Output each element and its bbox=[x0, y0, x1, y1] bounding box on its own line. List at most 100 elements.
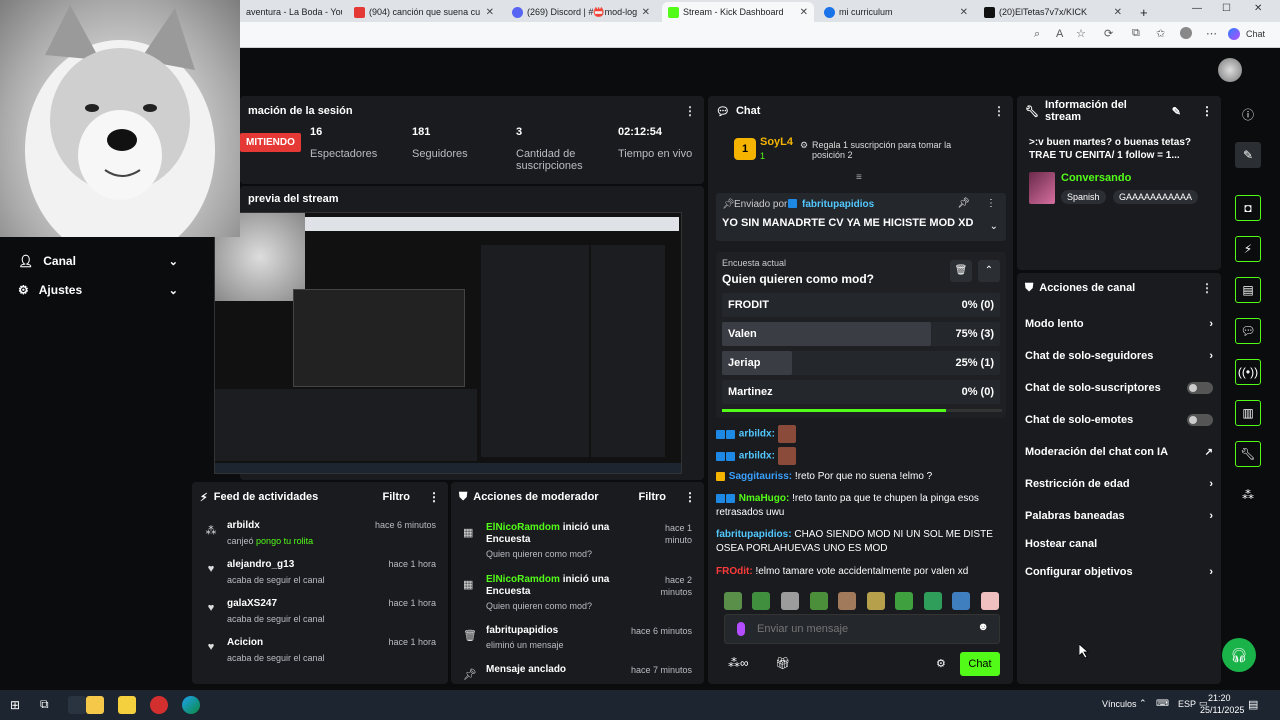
emote-icon[interactable] bbox=[867, 592, 885, 610]
more-icon[interactable]: ⋯ bbox=[1206, 27, 1217, 40]
close-icon[interactable]: ✕ bbox=[486, 7, 494, 18]
notifications-icon[interactable]: ▤ bbox=[1248, 698, 1258, 711]
more-options-icon[interactable]: ⋮ bbox=[428, 490, 440, 504]
more-options-icon[interactable]: ⋮ bbox=[1201, 281, 1213, 295]
feed-user[interactable]: arbildx bbox=[227, 520, 260, 531]
copilot-icon[interactable] bbox=[1228, 28, 1240, 40]
chat-username[interactable]: NmaHugo: bbox=[739, 493, 790, 504]
channel-action-goals[interactable]: Configurar objetivos › bbox=[1025, 566, 1213, 578]
chat-username[interactable]: arbildx: bbox=[739, 429, 775, 440]
emote-icon[interactable] bbox=[838, 592, 856, 610]
poll-option[interactable]: Valen 75% (3) bbox=[722, 322, 1000, 346]
collapse-poll-button[interactable]: ⌃ bbox=[978, 260, 1000, 282]
new-tab-button[interactable]: + bbox=[1134, 2, 1154, 22]
emote-icon[interactable] bbox=[810, 592, 828, 610]
language-indicator[interactable]: ESP bbox=[1178, 699, 1196, 709]
edit-icon[interactable]: ✎ bbox=[1235, 142, 1261, 168]
keyboard-icon[interactable]: ⌨ bbox=[1156, 698, 1169, 709]
close-icon[interactable]: ✕ bbox=[800, 7, 808, 18]
unpin-icon[interactable]: 📌︎ bbox=[957, 198, 970, 209]
favorite-icon[interactable]: ☆ bbox=[1076, 27, 1086, 40]
sidebar-item-canal[interactable]: 👤︎ Canal ⌄ bbox=[18, 254, 178, 268]
poll-option[interactable]: FRODIT 0% (0) bbox=[722, 293, 1000, 317]
info-icon[interactable]: ⓘ bbox=[1235, 101, 1261, 127]
edit-icon[interactable]: ✎ bbox=[1172, 105, 1181, 118]
windows-start-icon[interactable]: ⊞ bbox=[10, 698, 20, 712]
chat-bubble-icon[interactable]: 💬︎ bbox=[1235, 318, 1261, 344]
pinned-by-user[interactable]: fabritupapidios bbox=[802, 199, 874, 210]
chat-username[interactable]: arbildx: bbox=[739, 451, 775, 462]
browser-tab[interactable]: (20)ElTetas7v7x/KICK ✕ bbox=[978, 2, 1128, 22]
read-aloud-icon[interactable]: A bbox=[1056, 28, 1063, 40]
links-label[interactable]: Vínculos bbox=[1102, 699, 1137, 709]
emote-icon[interactable] bbox=[952, 592, 970, 610]
delete-poll-button[interactable]: 🗑︎ bbox=[950, 260, 972, 282]
user-avatar[interactable] bbox=[1218, 58, 1242, 82]
poll-option[interactable]: Martinez 0% (0) bbox=[722, 380, 1000, 404]
chat-points-icon[interactable]: ⁂∞ bbox=[728, 656, 749, 670]
minimize-icon[interactable]: — bbox=[1192, 3, 1202, 14]
clock-time[interactable]: 21:20 bbox=[1208, 693, 1231, 703]
stream-category[interactable]: Conversando bbox=[1061, 172, 1131, 184]
profile-icon[interactable] bbox=[1180, 27, 1192, 39]
broadcast-icon[interactable]: ((•)) bbox=[1235, 359, 1261, 385]
file-explorer-icon[interactable] bbox=[86, 696, 104, 714]
stack-icon[interactable]: ▥ bbox=[1235, 400, 1261, 426]
chat-username[interactable]: FROdit: bbox=[716, 566, 753, 577]
bolt-icon[interactable]: ⚡︎ bbox=[1235, 236, 1261, 262]
browser-tab[interactable]: aventura - La Boda - YouTu ✕ bbox=[240, 2, 342, 22]
emoji-icon[interactable]: ☻ bbox=[977, 621, 989, 633]
chat-settings-icon[interactable]: ⚙ bbox=[936, 657, 946, 670]
app-icon[interactable] bbox=[68, 696, 86, 714]
channel-action-banned-words[interactable]: Palabras baneadas › bbox=[1025, 510, 1213, 522]
emote-icon[interactable] bbox=[724, 592, 742, 610]
maximize-icon[interactable]: ☐ bbox=[1222, 3, 1231, 14]
microphone-icon[interactable] bbox=[737, 622, 745, 636]
more-options-icon[interactable]: ⋮ bbox=[684, 490, 696, 504]
feed-user[interactable]: Acicion bbox=[227, 637, 263, 648]
emote-icon[interactable] bbox=[752, 592, 770, 610]
channel-action-ai-moderation[interactable]: Moderación del chat con IA ↗ bbox=[1025, 446, 1213, 458]
feed-user[interactable]: alejandro_g13 bbox=[227, 559, 294, 570]
gift-prompt[interactable]: ⚙ Regala 1 suscripción para tomar la pos… bbox=[800, 140, 970, 160]
mod-user[interactable]: fabritupapidios bbox=[486, 625, 626, 637]
top-gifter-name[interactable]: SoyL4 bbox=[760, 136, 793, 148]
gift-icon[interactable]: 🎁︎ bbox=[775, 656, 790, 670]
emote-icon[interactable] bbox=[981, 592, 999, 610]
send-chat-button[interactable]: Chat bbox=[960, 652, 1000, 676]
emote-icon[interactable] bbox=[895, 592, 913, 610]
close-icon[interactable]: ✕ bbox=[642, 7, 650, 18]
mod-user[interactable]: ElNicoRamdom bbox=[486, 522, 560, 533]
emote-icon[interactable] bbox=[924, 592, 942, 610]
notes-icon[interactable]: ▤ bbox=[1235, 277, 1261, 303]
chat-username[interactable]: fabritupapidios: bbox=[716, 529, 792, 540]
more-options-icon[interactable]: ⋮ bbox=[986, 198, 996, 209]
mod-user[interactable]: ElNicoRamdom bbox=[486, 574, 560, 585]
emotes-only-toggle[interactable] bbox=[1187, 414, 1213, 426]
more-options-icon[interactable]: ⋮ bbox=[1201, 104, 1213, 118]
support-headset-icon[interactable]: 🎧︎ bbox=[1222, 638, 1256, 672]
split-screen-icon[interactable]: ⧉ bbox=[1132, 27, 1140, 40]
favorites-icon[interactable]: ✩ bbox=[1156, 27, 1165, 40]
browser-tab-active[interactable]: Stream - Kick Dashboard ✕ bbox=[662, 2, 814, 22]
channel-action-host-channel[interactable]: Hostear canal bbox=[1025, 538, 1213, 550]
channel-points-icon[interactable]: ⁂ bbox=[1235, 482, 1261, 508]
poll-option[interactable]: Jeriap 25% (1) bbox=[722, 351, 1000, 375]
obs-icon[interactable] bbox=[150, 696, 168, 714]
filter-button[interactable]: Filtro bbox=[639, 491, 667, 503]
close-window-icon[interactable]: ✕ bbox=[1254, 3, 1262, 14]
subscribers-only-toggle[interactable] bbox=[1187, 382, 1213, 394]
close-icon[interactable]: ✕ bbox=[960, 7, 968, 18]
chat-username[interactable]: Saggitauriss: bbox=[729, 471, 792, 482]
emote-icon[interactable] bbox=[781, 592, 799, 610]
edge-icon[interactable] bbox=[182, 696, 200, 714]
browser-tab[interactable]: (904) canción que suena cu ✕ bbox=[348, 2, 500, 22]
more-options-icon[interactable]: ⋮ bbox=[993, 104, 1005, 118]
wrench-icon[interactable]: 🔧︎ bbox=[1235, 441, 1261, 467]
chat-input[interactable] bbox=[757, 621, 967, 637]
chevron-down-icon[interactable]: ⌄ bbox=[990, 221, 998, 232]
filter-button[interactable]: Filtro bbox=[383, 491, 411, 503]
zoom-icon[interactable]: ⌕ bbox=[1034, 28, 1040, 41]
close-icon[interactable]: ✕ bbox=[1114, 7, 1122, 18]
camera-icon[interactable]: ◘ bbox=[1235, 195, 1261, 221]
